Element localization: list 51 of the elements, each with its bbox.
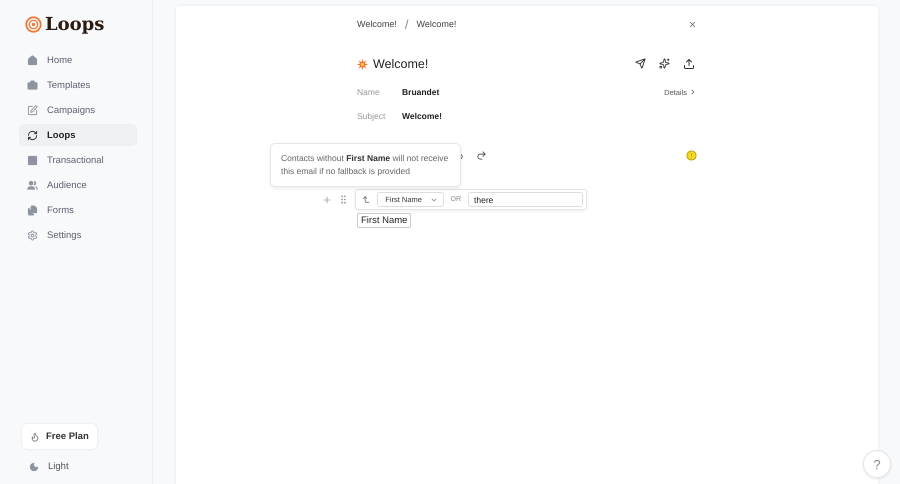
nav-label: Audience: [47, 180, 87, 190]
send-button[interactable]: [635, 58, 646, 70]
nav-label: Templates: [47, 80, 90, 90]
breadcrumb-item[interactable]: Welcome!: [416, 19, 456, 29]
field-value: Welcome!: [402, 111, 442, 121]
chevron-right-icon: [689, 88, 697, 96]
pencil-square-icon: [27, 104, 38, 116]
tooltip: Contacts without First Name will not receive this email if no fallback is provided: [270, 143, 461, 187]
nav-item[interactable]: Forms: [19, 199, 137, 221]
burst-icon: [357, 58, 368, 70]
fallback-input[interactable]: there: [468, 192, 583, 207]
nav-item[interactable]: Home: [19, 49, 137, 71]
nav-label: Loops: [47, 130, 76, 140]
redo-button[interactable]: [476, 150, 487, 160]
drag-handle-icon[interactable]: [338, 194, 349, 205]
field-value: Bruandet: [402, 87, 440, 97]
files-icon: [27, 204, 38, 216]
breadcrumb-separator: /: [404, 16, 408, 32]
logo-text: Loops: [45, 14, 104, 35]
merge-tag[interactable]: First Name: [357, 213, 412, 228]
sparkles-button[interactable]: [659, 58, 670, 70]
nav-item[interactable]: Campaigns: [19, 99, 137, 121]
warning-icon: [686, 150, 697, 160]
nav-item[interactable]: Settings: [19, 224, 137, 246]
flame-icon: [30, 432, 40, 442]
nav-label: Transactional: [47, 154, 104, 166]
close-button[interactable]: [688, 20, 697, 28]
nav-item[interactable]: Audience: [19, 174, 137, 196]
field-label: Name: [357, 87, 381, 97]
nav-item[interactable]: Loops: [19, 124, 137, 146]
moon-icon: [29, 462, 39, 472]
merge-icon: [362, 195, 370, 204]
nav-item[interactable]: Templates: [19, 74, 137, 96]
users-icon: [27, 180, 38, 190]
email-title: Welcome!: [373, 57, 428, 71]
briefcase-icon: [27, 80, 38, 90]
settings-icon: [27, 230, 38, 240]
nav-label: Settings: [47, 230, 82, 240]
nav-label: Campaigns: [47, 104, 96, 116]
nav-item[interactable]: Transactional: [19, 149, 137, 171]
help-button[interactable]: ?: [863, 450, 891, 478]
plan-button[interactable]: Free Plan: [22, 424, 97, 449]
nav-label: Forms: [47, 204, 74, 216]
logo-icon: [25, 16, 42, 33]
theme-toggle[interactable]: Light: [19, 461, 79, 472]
breadcrumb-item[interactable]: Welcome!: [357, 19, 397, 29]
refresh-icon: [27, 130, 38, 140]
field-label: Subject: [357, 111, 386, 121]
nav-label: Home: [47, 54, 72, 66]
upload-button[interactable]: [683, 58, 695, 70]
home-icon: [27, 54, 38, 66]
